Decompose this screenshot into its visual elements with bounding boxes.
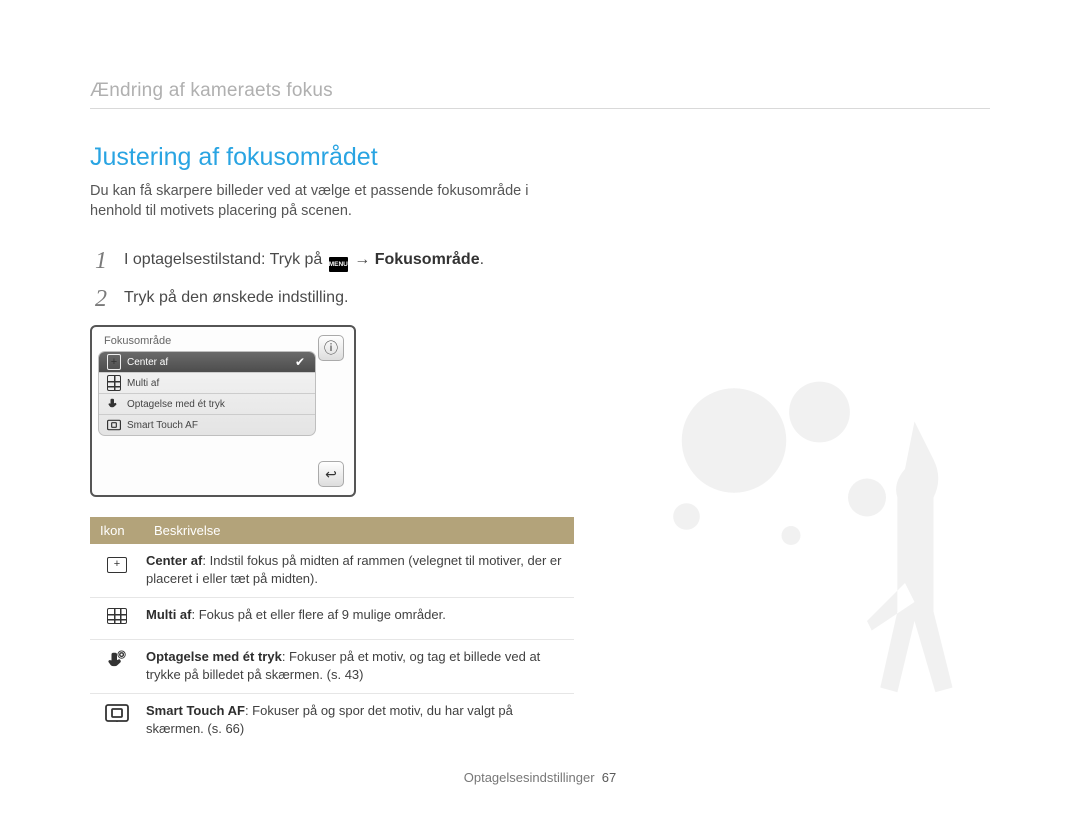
camera-menu-item-touch[interactable]: Optagelse med ét tryk [99,394,315,415]
row-desc: Multi af: Fokus på et eller flere af 9 m… [144,598,574,640]
row-desc: Optagelse med ét tryk: Fokuser på et mot… [144,640,574,694]
smart-icon [105,704,129,722]
table-header-icon: Ikon [90,517,144,544]
step-number: 2 [90,287,112,311]
camera-menu-item-smart[interactable]: Smart Touch AF [99,415,315,435]
divider [90,108,990,109]
decorative-silhouette [620,355,1000,735]
info-button[interactable]: ⓘ [318,335,344,361]
table-row: Optagelse med ét tryk: Fokuser på et mot… [90,640,574,694]
step-1: 1 I optagelsestilstand: Tryk på MENU → F… [90,249,990,273]
step-number: 1 [90,249,112,273]
back-button[interactable]: ↩ [318,461,344,487]
table-row: Smart Touch AF: Fokuser på og spor det m… [90,694,574,748]
page-title: Justering af fokusområdet [90,143,990,172]
page-root: Ændring af kameraets fokus Justering af … [0,0,1080,815]
term: Smart Touch AF [146,703,245,718]
camera-menu-item-center[interactable]: Center af [99,352,315,373]
row-icon-touch [90,640,144,694]
camera-menu-list: Center af Multi af Optagelse med ét tryk [98,351,316,436]
touch-icon [106,650,128,672]
row-desc: Center af: Indstil fokus på midten af ra… [144,544,574,598]
step-1-end: . [480,251,484,268]
term: Multi af [146,607,192,622]
camera-menu-item-multi[interactable]: Multi af [99,373,315,394]
touch-icon [107,398,121,410]
step-1-prefix: I optagelsestilstand: Tryk på [124,251,327,268]
camera-menu-title: Fokusområde [98,333,316,349]
row-icon-smart [90,694,144,748]
camera-menu-label: Center af [127,357,168,368]
table-row: Center af: Indstil fokus på midten af ra… [90,544,574,598]
camera-screenshot: Fokusområde Center af Multi af Op [90,325,356,497]
camera-menu-label: Smart Touch AF [127,420,198,431]
smart-icon [107,419,121,431]
camera-menu-label: Multi af [127,378,159,389]
camera-menu-label: Optagelse med ét tryk [127,399,225,410]
page-footer: Optagelsesindstillinger 67 [0,770,1080,785]
page-number: 67 [602,770,616,785]
step-1-text: I optagelsestilstand: Tryk på MENU → Fok… [124,249,484,272]
term: Center af [146,553,202,568]
center-icon [107,356,121,368]
intro-text: Du kan få skarpere billeder ved at vælge… [90,182,550,221]
table-header-desc: Beskrivelse [144,517,574,544]
icon-description-table: Ikon Beskrivelse Center af: Indstil foku… [90,517,574,747]
footer-section: Optagelsesindstillinger [464,770,595,785]
row-icon-multi [90,598,144,640]
row-icon-center [90,544,144,598]
steps-list: 1 I optagelsestilstand: Tryk på MENU → F… [90,249,990,311]
step-1-arrow: → [354,251,374,268]
term: Optagelse med ét tryk [146,649,282,664]
breadcrumb: Ændring af kameraets fokus [90,80,990,102]
step-1-bold: Fokusområde [375,251,480,268]
menu-icon: MENU [329,257,348,272]
step-2-text: Tryk på den ønskede indstilling. [124,287,348,307]
table-row: Multi af: Fokus på et eller flere af 9 m… [90,598,574,640]
row-desc: Smart Touch AF: Fokuser på og spor det m… [144,694,574,748]
term-desc: : Indstil fokus på midten af rammen (vel… [146,553,561,586]
term-desc: : Fokus på et eller flere af 9 mulige om… [192,607,446,622]
step-2: 2 Tryk på den ønskede indstilling. [90,287,990,311]
multi-icon [107,377,121,389]
